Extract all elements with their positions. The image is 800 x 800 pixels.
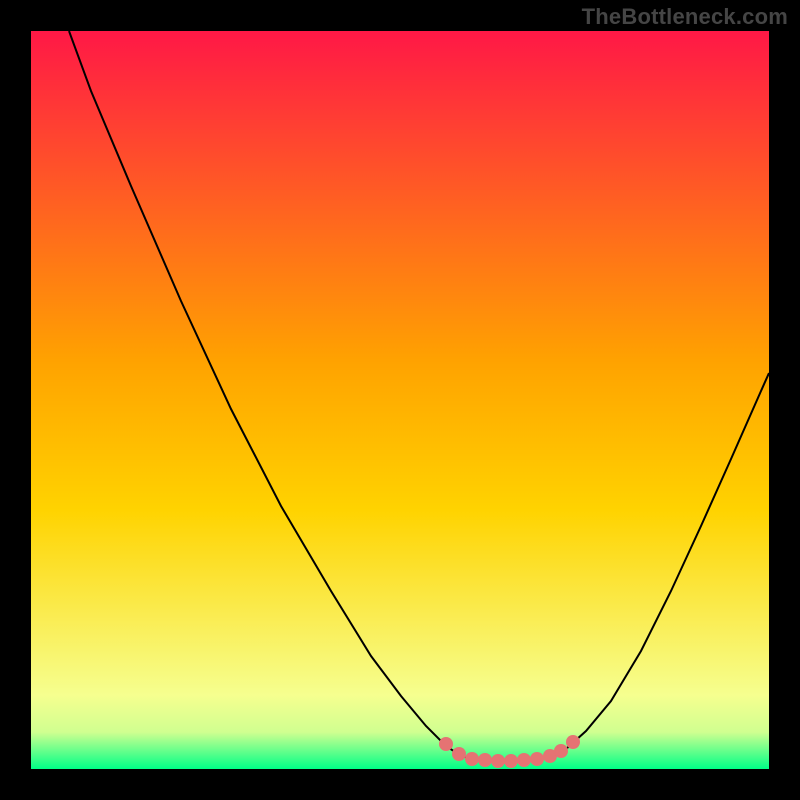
dot-marker bbox=[491, 754, 505, 768]
dot-marker bbox=[517, 753, 531, 767]
gradient-bg bbox=[31, 31, 769, 769]
plot-area bbox=[31, 31, 769, 769]
dot-marker bbox=[478, 753, 492, 767]
dot-marker bbox=[566, 735, 580, 749]
dot-marker bbox=[452, 747, 466, 761]
dot-marker bbox=[439, 737, 453, 751]
dot-marker bbox=[554, 744, 568, 758]
dot-marker bbox=[530, 752, 544, 766]
chart-svg bbox=[31, 31, 769, 769]
dot-marker bbox=[465, 752, 479, 766]
attribution-text: TheBottleneck.com bbox=[582, 4, 788, 30]
chart-frame: TheBottleneck.com bbox=[0, 0, 800, 800]
dot-marker bbox=[504, 754, 518, 768]
